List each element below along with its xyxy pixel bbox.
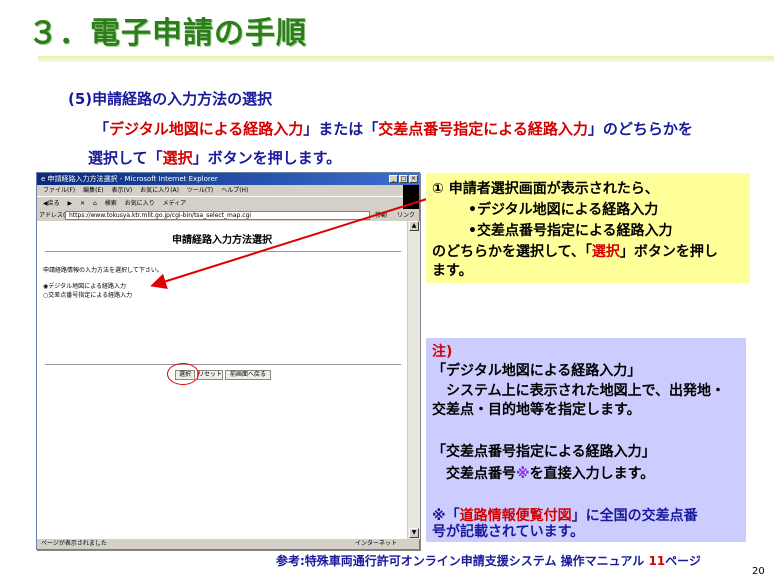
text: 」ボタンを押し xyxy=(619,244,718,260)
note-text: 交差点・目的地等を指定します。 xyxy=(432,402,641,418)
page-number: 20 xyxy=(752,566,765,577)
text: ページ xyxy=(665,554,701,568)
note-text: 号が記載されています。 xyxy=(432,524,585,540)
note-label: 注) xyxy=(432,344,453,360)
callout-notes: 注) 「デジタル地図による経路入力」 システム上に表示された地図上で、出発地・ … xyxy=(426,338,746,542)
callout-line: のどちらかを選択して、「選択」ボタンを押し xyxy=(432,242,718,262)
callout-option-digital: •デジタル地図による経路入力 xyxy=(468,202,659,218)
text: 参考:特殊車両通行許可オンライン申請支援システム 操作マニュアル xyxy=(276,554,649,568)
reference-mark: ※ xyxy=(516,466,530,482)
callout-instructions: ① 申請者選択画面が表示されたら、 •デジタル地図による経路入力 •交差点番号指… xyxy=(426,173,750,283)
text: のどちらかを選択して、「 xyxy=(432,244,592,260)
page-ref: 11 xyxy=(648,554,666,568)
text: 」に全国の交差点番 xyxy=(571,508,698,524)
note-heading-intersection: 「交差点番号指定による経路入力」 xyxy=(432,444,656,460)
callout-line: ます。 xyxy=(432,263,473,279)
note-text: 交差点番号※を直接入力します。 xyxy=(432,464,654,484)
select-text: 選択 xyxy=(591,244,620,260)
text: 交差点番号 xyxy=(432,466,516,482)
reference-footer: 参考:特殊車両通行許可オンライン申請支援システム 操作マニュアル 11ページ xyxy=(276,552,701,569)
note-heading-digital: 「デジタル地図による経路入力」 xyxy=(432,363,642,379)
callout-line: ① 申請者選択画面が表示されたら、 xyxy=(432,181,659,197)
text: を直接入力します。 xyxy=(529,466,655,482)
note-text: システム上に表示された地図上で、出発地・ xyxy=(432,383,726,399)
callout-option-intersection: •交差点番号指定による経路入力 xyxy=(468,223,673,239)
